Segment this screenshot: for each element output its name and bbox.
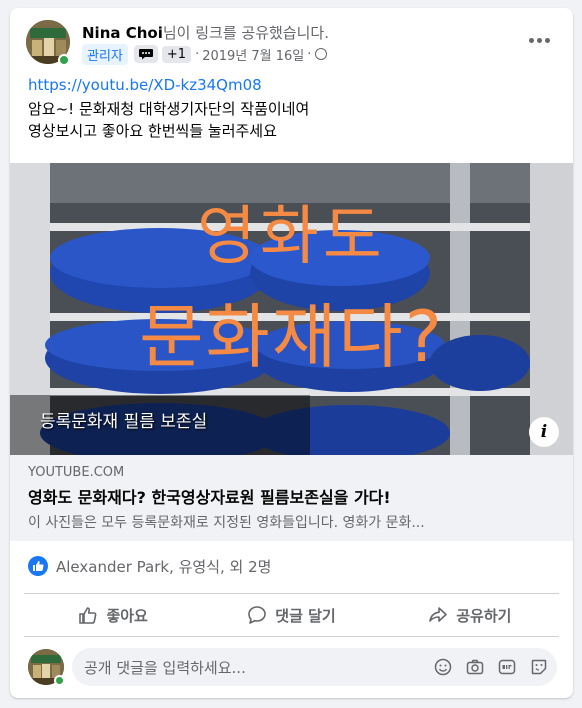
sticker-icon[interactable]	[529, 657, 549, 677]
preview-overlay-line-2: 문화재다?	[139, 296, 444, 378]
chat-badge-icon[interactable]	[133, 45, 158, 63]
post-card: Nina Choi님이 링크를 공유했습니다. 관리자 +1 · 2019년 7…	[10, 8, 573, 698]
online-status-icon	[58, 54, 70, 66]
reactions-summary[interactable]: Alexander Park, 유영식, 외 2명	[28, 554, 271, 578]
globe-icon	[315, 48, 328, 60]
author-name[interactable]: Nina Choi	[82, 24, 163, 42]
camera-icon[interactable]	[465, 657, 485, 677]
post-date[interactable]: 2019년 7월 16일	[202, 45, 304, 64]
meta-separator-2: ·	[307, 46, 312, 62]
more-dot-icon	[544, 37, 550, 43]
thumbs-up-icon	[79, 607, 97, 624]
like-button[interactable]: 좋아요	[24, 594, 202, 636]
post-header: Nina Choi님이 링크를 공유했습니다. 관리자 +1 · 2019년 7…	[10, 8, 573, 70]
action-bar: 좋아요 댓글 달기 공유하기	[24, 593, 559, 637]
more-dot-icon	[528, 37, 534, 43]
more-dot-icon	[536, 37, 542, 43]
meta-separator: ·	[195, 46, 200, 62]
more-options-button[interactable]	[521, 28, 557, 52]
comment-icon	[248, 606, 267, 624]
post-text-line-1: 암요~! 문화재청 대학생기자단의 작품이네여	[28, 100, 310, 118]
comment-button-label: 댓글 달기	[275, 606, 336, 625]
admin-badge[interactable]: 관리자	[82, 43, 128, 65]
link-description: 이 사진들은 모두 등록문화재로 지정된 영화들입니다. 영화가 문화...	[28, 515, 425, 531]
like-button-label: 좋아요	[106, 606, 148, 625]
link-preview-box[interactable]: YOUTUBE.COM 영화도 문화재다? 한국영상자료원 필름보존실을 가다!…	[10, 455, 573, 541]
share-button-label: 공유하기	[456, 606, 512, 625]
comment-tools	[433, 657, 549, 677]
like-reaction-icon	[28, 556, 48, 576]
commenter-online-icon	[54, 675, 65, 686]
share-icon	[429, 607, 448, 622]
info-icon[interactable]: i	[529, 417, 559, 447]
link-preview-image[interactable]: 영화도 문화재다? 등록문화재 필름 보존실 i	[10, 163, 573, 455]
extra-badge-count[interactable]: +1	[161, 45, 192, 63]
post-link[interactable]: https://youtu.be/XD-kz34Qm08	[28, 74, 557, 96]
post-text-line-2: 영상보시고 좋아요 한번씩들 눌러주세요	[28, 122, 277, 140]
post-meta: 관리자 +1 · 2019년 7월 16일 ·	[82, 43, 328, 65]
gif-icon[interactable]	[497, 657, 517, 677]
link-domain: YOUTUBE.COM	[28, 465, 125, 480]
preview-caption: 등록문화재 필름 보존실	[40, 412, 208, 432]
comment-placeholder: 공개 댓글을 입력하세요...	[84, 658, 246, 677]
emoji-icon[interactable]	[433, 657, 453, 677]
link-title[interactable]: 영화도 문화재다? 한국영상자료원 필름보존실을 가다!	[28, 484, 555, 508]
share-button[interactable]: 공유하기	[381, 594, 559, 636]
comment-input[interactable]: 공개 댓글을 입력하세요...	[72, 648, 557, 686]
author-line: Nina Choi님이 링크를 공유했습니다.	[82, 22, 329, 43]
post-body: https://youtu.be/XD-kz34Qm08 암요~! 문화재청 대…	[28, 74, 557, 142]
comment-composer: 공개 댓글을 입력하세요...	[28, 648, 557, 686]
author-action: 님이 링크를 공유했습니다.	[162, 24, 329, 42]
preview-overlay-line-1: 영화도	[197, 200, 386, 274]
comment-button[interactable]: 댓글 달기	[202, 594, 380, 636]
reactions-text[interactable]: Alexander Park, 유영식, 외 2명	[56, 556, 271, 577]
